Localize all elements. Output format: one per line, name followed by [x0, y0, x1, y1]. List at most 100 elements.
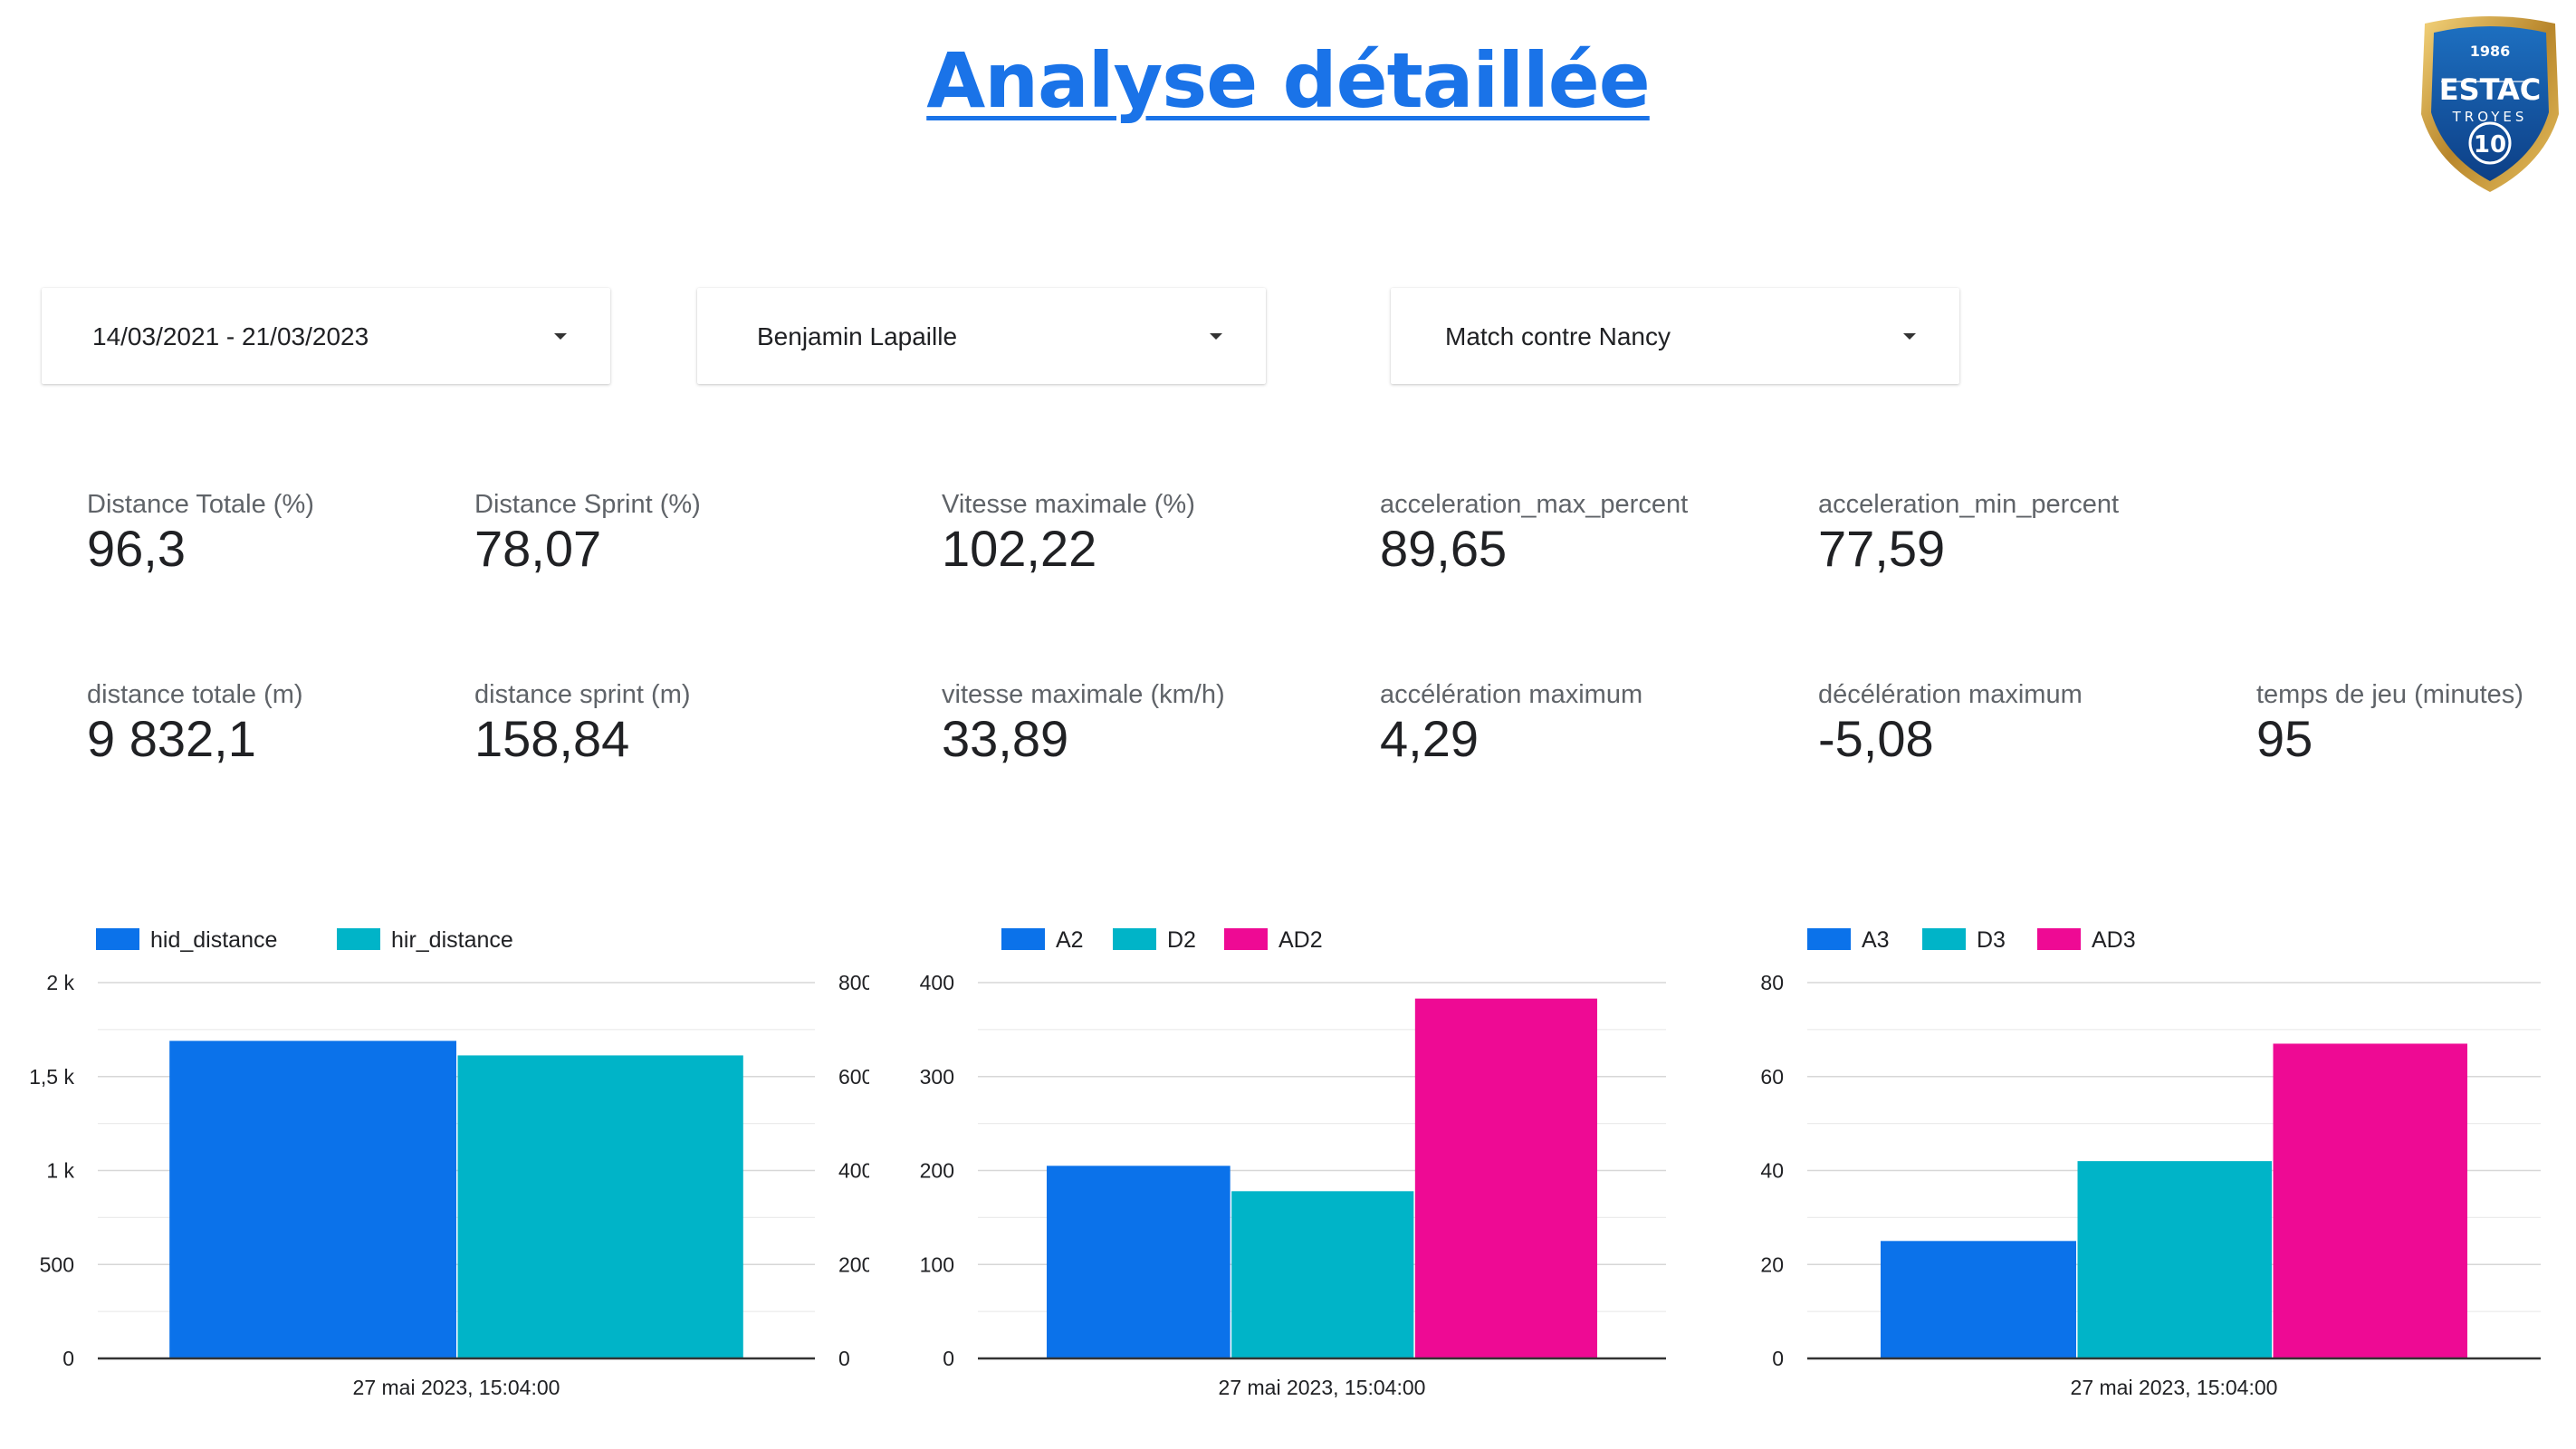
legend-item[interactable]: D3	[1922, 927, 2006, 953]
legend-label: A3	[1862, 927, 1890, 953]
kpi-label: accélération maximum	[1380, 680, 1643, 709]
y-tick-label: 60	[1760, 1065, 1784, 1089]
bar-A2[interactable]	[1047, 1166, 1231, 1358]
kpi-vitesse-maximale-percent: Vitesse maximale (%) 102,22	[942, 489, 1195, 578]
kpi-value: 77,59	[1818, 520, 1946, 577]
kpi-value: 96,3	[87, 520, 186, 577]
chart-svg: hid_distance hir_distance 0 500 1 k 1,5 k 2 k 0…	[29, 927, 869, 1399]
bar-AD3[interactable]	[2273, 1043, 2468, 1358]
bar-D2[interactable]	[1231, 1191, 1414, 1358]
y-tick-label: 200	[920, 1159, 954, 1183]
chevron-down-icon	[1210, 333, 1222, 340]
bar-D3[interactable]	[2077, 1161, 2273, 1358]
bar-hid_distance[interactable]	[169, 1041, 456, 1358]
y-right-tick-label: 600	[838, 1065, 869, 1089]
legend-label: hid_distance	[150, 927, 277, 953]
kpi-value: 95	[2256, 710, 2313, 767]
y-right-tick-label: 800	[838, 971, 869, 994]
y-tick-label: 0	[1772, 1347, 1784, 1370]
legend-swatch	[1113, 928, 1156, 950]
kpi-label: décélération maximum	[1818, 680, 2083, 709]
kpi-label: Distance Sprint (%)	[474, 490, 701, 519]
kpi-label: distance sprint (m)	[474, 680, 691, 709]
kpi-distance-totale-percent: Distance Totale (%) 96,3	[87, 489, 314, 578]
y-tick-label: 1,5 k	[29, 1065, 74, 1089]
chart-svg: A2 D2 AD2 0 100 200 300 400 27 mai 2023, 15:04:0…	[920, 927, 1666, 1399]
y-tick-label: 300	[920, 1065, 954, 1089]
x-tick-label: 27 mai 2023, 15:04:00	[2071, 1376, 2278, 1399]
legend-swatch	[1224, 928, 1268, 950]
legend-label: D3	[1977, 927, 2006, 953]
y-tick-label: 0	[62, 1347, 74, 1370]
chevron-down-icon	[554, 333, 567, 340]
chart-svg: A3 D3 AD3 0 20 40 60 80 27 mai 2023, 15:04:00	[1760, 927, 2541, 1399]
legend-item[interactable]: AD3	[2037, 927, 2136, 953]
kpi-temps-de-jeu: temps de jeu (minutes) 95	[2256, 679, 2523, 768]
legend-item[interactable]: AD2	[1224, 927, 1323, 953]
kpi-value: 9 832,1	[87, 710, 256, 767]
legend-label: hir_distance	[391, 927, 513, 953]
legend-item[interactable]: A2	[1001, 927, 1084, 953]
x-tick-label: 27 mai 2023, 15:04:00	[353, 1376, 560, 1399]
kpi-label: temps de jeu (minutes)	[2256, 680, 2523, 709]
date-range-filter[interactable]: 14/03/2021 - 21/03/2023	[42, 288, 610, 384]
chevron-down-icon	[1903, 333, 1916, 340]
x-tick-label: 27 mai 2023, 15:04:00	[1219, 1376, 1426, 1399]
kpi-label: distance totale (m)	[87, 680, 303, 709]
y-tick-label: 500	[40, 1252, 74, 1276]
kpi-label: acceleration_max_percent	[1380, 490, 1689, 519]
y-right-tick-label: 200	[838, 1252, 869, 1276]
logo-city: TROYES	[2452, 109, 2528, 125]
y-tick-label: 0	[943, 1347, 954, 1370]
date-range-value: 14/03/2021 - 21/03/2023	[92, 322, 369, 350]
kpi-acceleration-max-percent: acceleration_max_percent 89,65	[1380, 489, 1688, 578]
legend-item[interactable]: hid_distance	[96, 927, 277, 953]
kpi-label: vitesse maximale (km/h)	[942, 680, 1225, 709]
kpi-label: Distance Totale (%)	[87, 490, 314, 519]
match-value: Match contre Nancy	[1445, 322, 1671, 350]
kpi-deceleration-maximum: décélération maximum -5,08	[1818, 679, 2083, 768]
kpi-value: -5,08	[1818, 710, 1934, 767]
player-filter[interactable]: Benjamin Lapaille	[697, 288, 1266, 384]
match-filter[interactable]: Match contre Nancy	[1391, 288, 1959, 384]
legend-swatch	[1807, 928, 1851, 950]
bar-hir_distance[interactable]	[457, 1055, 743, 1358]
y-tick-label: 20	[1760, 1252, 1784, 1276]
legend-label: A2	[1056, 927, 1084, 953]
legend-swatch	[2037, 928, 2081, 950]
chart-a3-d3-ad3: A3 D3 AD3 0 20 40 60 80 27 mai 2023, 15:04:00	[1729, 915, 2562, 1422]
y-tick-label: 40	[1760, 1159, 1784, 1183]
legend-swatch	[96, 928, 139, 950]
y-tick-label: 1 k	[46, 1159, 74, 1183]
legend-item[interactable]: hir_distance	[337, 927, 513, 953]
kpi-label: Vitesse maximale (%)	[942, 490, 1195, 519]
kpi-value: 102,22	[942, 520, 1097, 577]
logo-name: ESTAC	[2439, 72, 2542, 107]
kpi-value: 33,89	[942, 710, 1069, 767]
legend-swatch	[1922, 928, 1966, 950]
y-tick-label: 400	[920, 971, 954, 994]
chart-a2-d2-ad2: A2 D2 AD2 0 100 200 300 400 27 mai 2023, 15:04:0…	[905, 915, 1702, 1422]
legend-item[interactable]: D2	[1113, 927, 1196, 953]
legend-swatch	[337, 928, 380, 950]
legend-label: AD2	[1278, 927, 1323, 953]
logo-year: 1986	[2470, 43, 2511, 60]
y-tick-label: 2 k	[46, 971, 74, 994]
kpi-value: 78,07	[474, 520, 602, 577]
y-right-tick-label: 400	[838, 1159, 869, 1183]
y-tick-label: 80	[1760, 971, 1784, 994]
estac-crest-icon: 1986 ESTAC TROYES 10	[2421, 16, 2559, 192]
kpi-label: acceleration_min_percent	[1818, 490, 2120, 519]
bar-A3[interactable]	[1881, 1241, 2076, 1358]
bar-AD2[interactable]	[1414, 998, 1597, 1358]
player-value: Benjamin Lapaille	[757, 322, 958, 350]
chart-hid-hir-distance: hid_distance hir_distance 0 500 1 k 1,5 k 2 k 0…	[18, 915, 869, 1422]
kpi-vitesse-maximale-kmh: vitesse maximale (km/h) 33,89	[942, 679, 1225, 768]
club-logo: 1986 ESTAC TROYES 10	[2408, 14, 2571, 196]
kpi-acceleration-maximum: accélération maximum 4,29	[1380, 679, 1642, 768]
page-title: Analyse détaillée	[926, 36, 1651, 125]
y-tick-label: 100	[920, 1252, 954, 1276]
kpi-distance-sprint-percent: Distance Sprint (%) 78,07	[474, 489, 701, 578]
kpi-value: 158,84	[474, 710, 630, 767]
legend-item[interactable]: A3	[1807, 927, 1890, 953]
